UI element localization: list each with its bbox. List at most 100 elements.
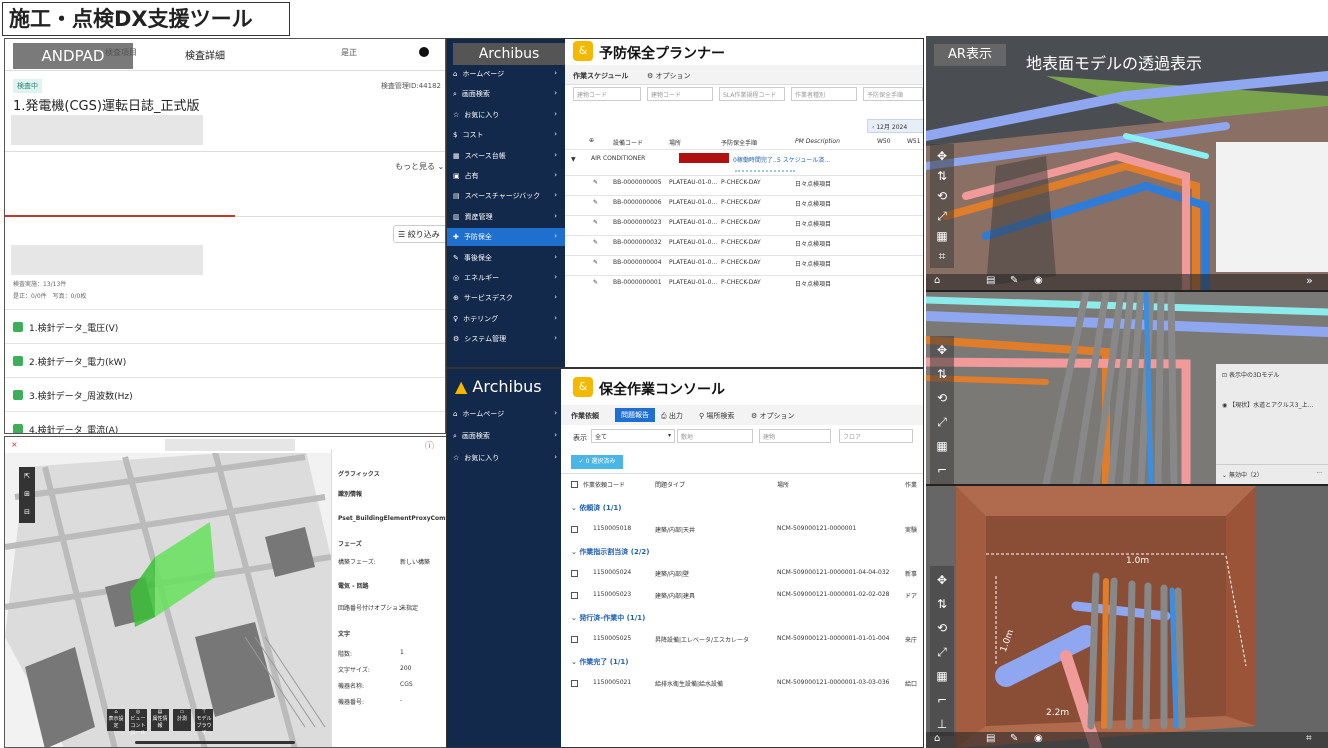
home-icon[interactable]: ⌂ [934,275,940,286]
close-icon[interactable]: × [11,440,18,449]
height-icon[interactable]: ⊥ [934,716,950,732]
sidebar-item[interactable]: ⊕ サービスデスク › [453,293,557,303]
view-control-button[interactable]: ◎ ビューコントロール [129,709,147,736]
filter-input[interactable]: 作業者種別 [791,87,857,101]
avatar-icon[interactable] [419,47,429,57]
model-browser-button[interactable]: ⊤ モデルブラウザ [195,709,213,736]
move-icon[interactable]: ✥ [934,572,950,588]
vertical-move-icon[interactable]: ⇅ [934,366,950,382]
edit-icon[interactable]: ✎ [593,179,598,186]
select-all-checkbox[interactable] [571,481,578,488]
sidebar-item[interactable]: ☆ お気に入り › [453,453,557,463]
tab-options[interactable]: ⚙ オプション [647,71,691,81]
scale-icon[interactable]: ⤢ [934,208,950,224]
row-checkbox[interactable] [571,570,578,577]
schedule-link[interactable]: 5 スケジュール済... [777,155,830,164]
status-link[interactable]: 0稼働時間完了... [733,155,779,164]
building-input[interactable]: 建物 [759,429,831,443]
list-icon[interactable]: ▤ [986,733,995,744]
more-icon[interactable]: ··· [1316,470,1322,477]
disabled-dropdown[interactable]: ⌄ 無効中（2） ··· [1216,464,1328,484]
sidebar-item[interactable]: ◎ エネルギー › [453,273,557,283]
move-icon[interactable]: ✥ [934,148,950,164]
list-item[interactable]: 3.検針データ_周波数(Hz) [5,377,445,411]
filter-button[interactable]: ☰ 絞り込み [393,225,445,243]
ar-pane-pipes[interactable]: ✥ ⇅ ⟲ ⤢ ▦ ⌐ ⊡ 表示中の3Dモデル ◉ 【現状】水道とアクルス3_上… [926,292,1328,484]
more-link[interactable]: もっと見る ⌄ [395,161,444,172]
group-header[interactable]: ⌄ 依頼済 (1/1) [571,503,621,513]
model-item[interactable]: ◉ 【現状】水道とアクルス3_上... [1222,400,1313,409]
group-header[interactable]: ⌄ 作業完了 (1/1) [571,657,628,667]
ar-pane-excavation[interactable]: 1.0m 1.0m 2.2m ✥ ⇅ ⟲ ⤢ ▦ ⌐ ⊥ ⌂ ▤ ✎ ◉ ⌗ [926,486,1328,748]
measure-button[interactable]: ▭ 計測 [173,709,191,731]
row-checkbox[interactable] [571,592,578,599]
orbit-icon[interactable]: ⊟ [19,503,35,521]
list-icon[interactable]: ▤ [986,275,995,286]
tab-output[interactable]: ⎙ 出力 [661,411,683,421]
filter-input[interactable]: 建物コード [573,87,641,101]
scale-icon[interactable]: ⤢ [934,644,950,660]
group-header[interactable]: ⌄ 発行済-作業中 (1/1) [571,613,645,623]
sidebar-item[interactable]: $ コスト › [453,130,557,140]
camera-icon[interactable]: ◉ [1034,275,1043,286]
row-checkbox[interactable] [571,526,578,533]
pen-icon[interactable]: ✎ [1010,275,1018,286]
rotate-icon[interactable]: ⟲ [934,188,950,204]
bim-3d-model[interactable] [5,437,331,748]
qr-icon[interactable]: ⌗ [934,248,950,264]
row-checkbox[interactable] [571,636,578,643]
attributes-button[interactable]: ▤ 属性情報 [151,709,169,731]
transparency-icon[interactable]: ▦ [934,668,950,684]
vertical-move-icon[interactable]: ⇅ [934,596,950,612]
transparency-icon[interactable]: ▦ [934,228,950,244]
sidebar-item[interactable]: ⌂ ホームページ › [453,69,557,79]
sidebar-item[interactable]: ✚ 予防保全 › [453,232,557,242]
sidebar-item[interactable]: ☆ お気に入り › [453,110,557,120]
sidebar-item[interactable]: ⌕ 画面検索 › [453,89,557,99]
tab-location-search[interactable]: ⚲ 場所検索 [699,411,734,421]
filter-input[interactable]: SLA作業規程コード [719,87,785,101]
vertical-move-icon[interactable]: ⇅ [934,168,950,184]
qr-icon[interactable]: ⌗ [1306,733,1312,744]
sidebar-item[interactable]: ⌕ 画面検索 › [453,431,557,441]
move-icon[interactable]: ✥ [934,342,950,358]
list-item[interactable]: 2.検針データ_電力(kW) [5,343,445,377]
tab-problem-report[interactable]: 問題報告 [615,408,655,422]
filter-input[interactable]: 建物コード [647,87,713,101]
group-header[interactable]: ⌄ 作業指示割当済 (2/2) [571,547,649,557]
crop-icon[interactable]: ⌐ [934,692,950,708]
selected-button[interactable]: ✓ 0 選択済み [571,455,623,469]
sidebar-item[interactable]: ⚙ システム管理 › [453,334,557,344]
rotate-icon[interactable]: ⟲ [934,390,950,406]
transparency-icon[interactable]: ▦ [934,438,950,454]
sidebar-item[interactable]: ✎ 事後保全 › [453,253,557,263]
edit-icon[interactable]: ✎ [593,239,598,246]
site-input[interactable]: 敷地 [677,429,753,443]
sidebar-item[interactable]: ▦ スペース台帳 › [453,151,557,161]
floor-input[interactable]: フロア [839,429,913,443]
list-item[interactable]: 4.検針データ_電流(A) [5,411,445,433]
row-checkbox[interactable] [571,680,578,687]
sidebar-item[interactable]: ▥ 資産管理 › [453,212,557,222]
tab-work-request[interactable]: 作業依頼 [571,411,599,421]
crop-icon[interactable]: ⌐ [934,462,950,478]
tab-inspection-items[interactable]: 検査項目 [105,47,137,58]
tab-options[interactable]: ⚙ オプション [751,411,795,421]
sidebar-item[interactable]: ♀ ホテリング › [453,314,557,324]
expand-right-icon[interactable]: » [1306,274,1313,287]
edit-icon[interactable]: ✎ [593,259,598,266]
home-icon[interactable]: ⌂ [934,733,940,744]
sidebar-item[interactable]: ⌂ ホームページ › [453,409,557,419]
display-select[interactable]: 全て ▾ [591,429,675,443]
select-icon[interactable]: ⇱ [19,467,35,485]
walk-icon[interactable]: ⊞ [19,485,35,503]
pen-icon[interactable]: ✎ [1010,733,1018,744]
month-nav[interactable]: ‹ 12月 2024 [867,119,923,133]
edit-icon[interactable]: ✎ [593,279,598,286]
rotate-icon[interactable]: ⟲ [934,620,950,636]
scale-icon[interactable]: ⤢ [934,414,950,430]
tab-corrections[interactable]: 是正 [341,47,357,58]
camera-icon[interactable]: ◉ [1034,733,1043,744]
sidebar-item[interactable]: ▣ 占有 › [453,171,557,181]
sidebar-item[interactable]: ▤ スペースチャージバック › [453,191,557,201]
